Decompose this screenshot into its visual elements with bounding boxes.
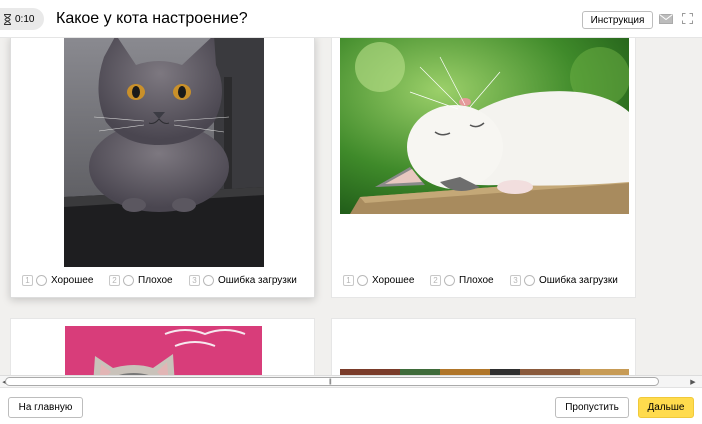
radio-load-error[interactable] xyxy=(203,274,214,286)
grip-icon: ||| xyxy=(329,379,332,385)
task-card-2[interactable]: 1 Хорошее 2 Плохое 3 Ошибка загрузки xyxy=(331,38,636,298)
hotkey-badge: 3 xyxy=(189,274,200,286)
answer-options-2: 1 Хорошее 2 Плохое 3 Ошибка загрузки xyxy=(332,271,635,289)
scrollbar-thumb[interactable]: ||| xyxy=(5,377,659,386)
option-label: Плохое xyxy=(459,274,494,286)
task-footer: На главную Пропустить Дальше xyxy=(0,387,702,424)
task-card-1[interactable]: 1 Хорошее 2 Плохое 3 Ошибка загрузки xyxy=(10,38,315,298)
task-content[interactable]: 1 Хорошее 2 Плохое 3 Ошибка загрузки 1 Х… xyxy=(0,38,702,375)
hotkey-badge: 2 xyxy=(109,274,120,286)
radio-good[interactable] xyxy=(357,274,368,286)
option-load-error[interactable]: 3 Ошибка загрузки xyxy=(510,271,618,289)
radio-load-error[interactable] xyxy=(524,274,535,286)
task-header: 0:10 Какое у кота настроение? Инструкция xyxy=(0,0,702,38)
hotkey-badge: 3 xyxy=(510,274,521,286)
timer-badge: 0:10 xyxy=(0,8,45,30)
option-bad[interactable]: 2 Плохое xyxy=(430,271,494,289)
option-label: Хорошее xyxy=(51,274,94,286)
option-label: Ошибка загрузки xyxy=(218,274,297,286)
next-button[interactable]: Дальше xyxy=(638,397,694,418)
skip-button[interactable]: Пропустить xyxy=(555,397,629,418)
option-label: Плохое xyxy=(138,274,173,286)
task-card-4[interactable] xyxy=(331,318,636,375)
hotkey-badge: 1 xyxy=(343,274,354,286)
cat-photo-2 xyxy=(340,38,629,214)
option-label: Хорошее xyxy=(372,274,415,286)
option-label: Ошибка загрузки xyxy=(539,274,618,286)
cat-photo-1 xyxy=(64,38,264,267)
option-load-error[interactable]: 3 Ошибка загрузки xyxy=(189,271,297,289)
instruction-button[interactable]: Инструкция xyxy=(582,11,653,29)
hourglass-icon xyxy=(4,13,11,25)
cat-photo-3 xyxy=(65,326,262,375)
radio-bad[interactable] xyxy=(123,274,134,286)
option-good[interactable]: 1 Хорошее xyxy=(343,271,414,289)
horizontal-scrollbar[interactable]: ◀ ||| ▶ xyxy=(0,375,702,387)
radio-bad[interactable] xyxy=(444,274,455,286)
home-button[interactable]: На главную xyxy=(8,397,83,418)
hotkey-badge: 1 xyxy=(22,274,33,286)
scroll-right-icon[interactable]: ▶ xyxy=(688,377,698,386)
option-good[interactable]: 1 Хорошее xyxy=(22,271,93,289)
timer-value: 0:10 xyxy=(15,13,35,25)
mail-icon[interactable] xyxy=(659,14,673,24)
radio-good[interactable] xyxy=(36,274,47,286)
option-bad[interactable]: 2 Плохое xyxy=(109,271,173,289)
answer-options-1: 1 Хорошее 2 Плохое 3 Ошибка загрузки xyxy=(11,271,314,289)
cat-photo-4 xyxy=(340,368,629,375)
task-card-3[interactable] xyxy=(10,318,315,375)
hotkey-badge: 2 xyxy=(430,274,441,286)
page-title: Какое у кота настроение? xyxy=(56,10,248,27)
fullscreen-icon[interactable] xyxy=(682,13,693,24)
